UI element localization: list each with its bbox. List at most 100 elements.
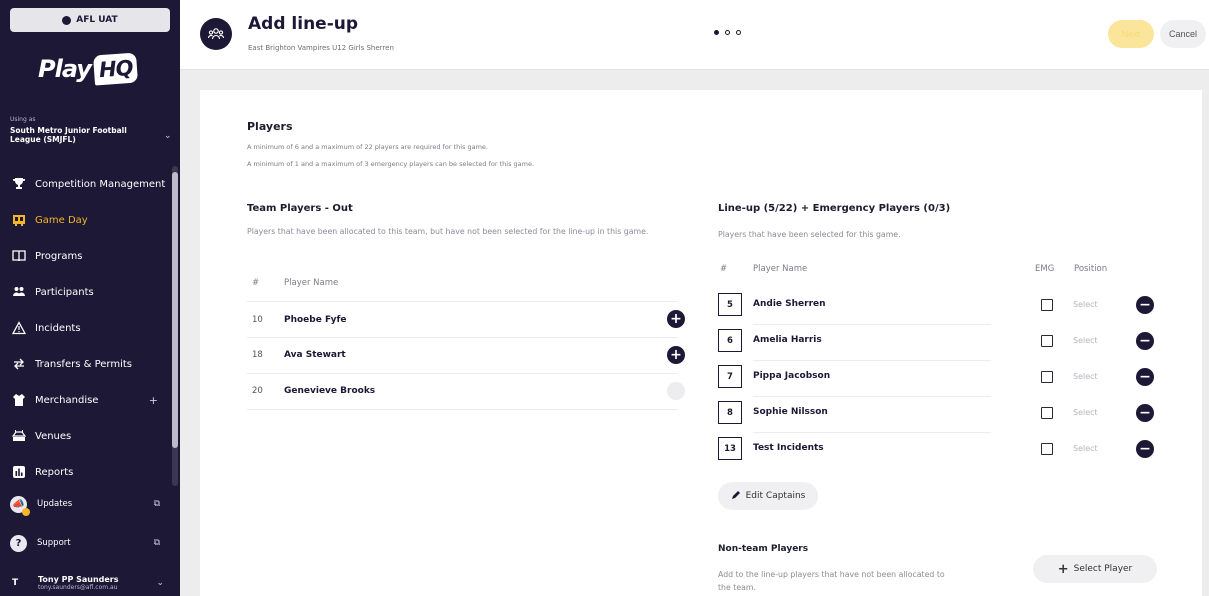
- add-player-button[interactable]: +: [667, 310, 685, 328]
- nav-label: Incidents: [35, 322, 81, 334]
- help-icon: ?: [10, 534, 27, 552]
- emergency-checkbox[interactable]: [1041, 371, 1053, 383]
- trophy-icon: [11, 176, 27, 192]
- support-link[interactable]: ? Support ⧉: [0, 527, 178, 559]
- nav-label: Transfers & Permits: [35, 358, 132, 370]
- remove-player-button[interactable]: −: [1136, 440, 1154, 458]
- chart-icon: [11, 464, 27, 480]
- updates-label: Updates: [37, 499, 73, 509]
- cancel-button[interactable]: Cancel: [1160, 20, 1206, 48]
- lineup-card: Players A minimum of 6 and a maximum of …: [200, 90, 1202, 596]
- external-link-icon: ⧉: [153, 538, 160, 548]
- add-player-button[interactable]: +: [667, 346, 685, 364]
- edit-captains-button[interactable]: Edit Captains: [718, 482, 818, 510]
- lineup-col-emg: EMG: [1035, 264, 1055, 274]
- organisation-switcher[interactable]: South Metro Junior Football League (SMJF…: [10, 126, 160, 144]
- people-icon: [11, 284, 27, 300]
- notification-dot: [22, 507, 30, 516]
- emergency-checkbox[interactable]: [1041, 443, 1053, 455]
- remove-player-button[interactable]: −: [1136, 332, 1154, 350]
- expand-plus-icon[interactable]: +: [149, 394, 158, 407]
- nav-item-reports[interactable]: Reports: [0, 454, 172, 490]
- nav-label: Merchandise: [35, 394, 99, 406]
- lineup-num-input[interactable]: 6: [718, 329, 742, 352]
- emergency-checkbox[interactable]: [1041, 299, 1053, 311]
- emergency-checkbox[interactable]: [1041, 335, 1053, 347]
- environment-label: AFL UAT: [76, 15, 118, 25]
- add-player-button-disabled: +: [667, 382, 685, 400]
- lineup-num-input[interactable]: 5: [718, 293, 742, 316]
- position-select[interactable]: Select: [1073, 300, 1098, 309]
- tshirt-icon: [11, 392, 27, 408]
- row-divider: [247, 373, 677, 374]
- pencil-icon: [731, 490, 741, 503]
- page-header: Add line-up East Brighton Vampires U12 G…: [180, 0, 1209, 70]
- row-divider: [753, 432, 991, 433]
- row-divider: [247, 301, 677, 302]
- non-team-description: Add to the line-up players that have not…: [718, 570, 945, 592]
- warning-icon: [11, 320, 27, 336]
- next-button[interactable]: Next: [1108, 20, 1154, 48]
- remove-player-button[interactable]: −: [1136, 404, 1154, 422]
- using-as-label: Using as: [10, 116, 36, 123]
- sidebar-scrollbar-thumb[interactable]: [172, 172, 178, 448]
- lineup-num-input[interactable]: 13: [718, 437, 742, 460]
- nav-item-game-day[interactable]: Game Day: [0, 202, 172, 238]
- avatar: T: [12, 578, 19, 588]
- lineup-col-position: Position: [1074, 264, 1108, 274]
- nav-label: Game Day: [35, 214, 88, 226]
- user-menu[interactable]: T Tony PP Saunders tony.saunders@afl.com…: [0, 570, 178, 596]
- lineup-col-num: #: [720, 264, 728, 274]
- team-icon: [200, 18, 232, 50]
- position-select[interactable]: Select: [1073, 408, 1098, 417]
- team-out-col-num: #: [252, 278, 260, 288]
- nav-item-transfers-permits[interactable]: Transfers & Permits: [0, 346, 172, 382]
- position-select[interactable]: Select: [1073, 336, 1098, 345]
- team-out-num: 20: [252, 386, 263, 396]
- chevron-down-icon[interactable]: ⌄: [164, 131, 172, 141]
- nav-item-venues[interactable]: Venues: [0, 418, 172, 454]
- remove-player-button[interactable]: −: [1136, 368, 1154, 386]
- updates-link[interactable]: 📣 Updates ⧉: [0, 488, 178, 520]
- lineup-description: Players that have been selected for this…: [718, 230, 901, 239]
- players-section-title: Players: [247, 120, 293, 133]
- playhq-logo[interactable]: Play HQ: [38, 52, 139, 86]
- position-select[interactable]: Select: [1073, 372, 1098, 381]
- nav-item-merchandise[interactable]: Merchandise +: [0, 382, 172, 418]
- book-icon: [11, 248, 27, 264]
- emergency-checkbox[interactable]: [1041, 407, 1053, 419]
- lineup-title: Line-up (5/22) + Emergency Players (0/3): [718, 203, 951, 214]
- page-subtitle: East Brighton Vampires U12 Girls Sherren: [248, 44, 394, 52]
- stadium-icon: [11, 428, 27, 444]
- remove-player-button[interactable]: −: [1136, 296, 1154, 314]
- team-out-col-name: Player Name: [284, 278, 339, 288]
- lineup-num-input[interactable]: 8: [718, 401, 742, 424]
- external-link-icon: ⧉: [153, 499, 160, 509]
- transfer-icon: [11, 356, 27, 372]
- nav-label: Venues: [35, 430, 72, 442]
- nav-item-competition-management[interactable]: Competition Management: [0, 166, 172, 202]
- page-title: Add line-up: [248, 14, 359, 34]
- nav-item-incidents[interactable]: Incidents: [0, 310, 172, 346]
- sidebar-scrollbar[interactable]: [172, 166, 178, 486]
- nav-label: Programs: [35, 250, 83, 262]
- lineup-num-input[interactable]: 7: [718, 365, 742, 388]
- user-email: tony.saunders@afl.com.au: [38, 584, 118, 591]
- nav-label: Reports: [35, 466, 74, 478]
- team-out-num: 10: [252, 315, 263, 325]
- environment-dot-icon: [62, 15, 72, 25]
- chevron-down-icon[interactable]: ⌄: [156, 578, 164, 588]
- user-name: Tony PP Saunders: [38, 575, 119, 584]
- row-divider: [753, 324, 991, 325]
- select-player-button[interactable]: + Select Player: [1033, 555, 1157, 583]
- team-out-num: 18: [252, 350, 263, 360]
- lineup-name: Andie Sherren: [753, 299, 826, 309]
- scoreboard-icon: [11, 212, 27, 228]
- nav-item-programs[interactable]: Programs: [0, 238, 172, 274]
- lineup-name: Pippa Jacobson: [753, 371, 831, 381]
- team-out-title: Team Players - Out: [247, 203, 353, 214]
- position-select[interactable]: Select: [1073, 444, 1098, 453]
- team-out-name: Phoebe Fyfe: [284, 315, 347, 325]
- nav-item-participants[interactable]: Participants: [0, 274, 172, 310]
- lineup-name: Sophie Nilsson: [753, 407, 828, 417]
